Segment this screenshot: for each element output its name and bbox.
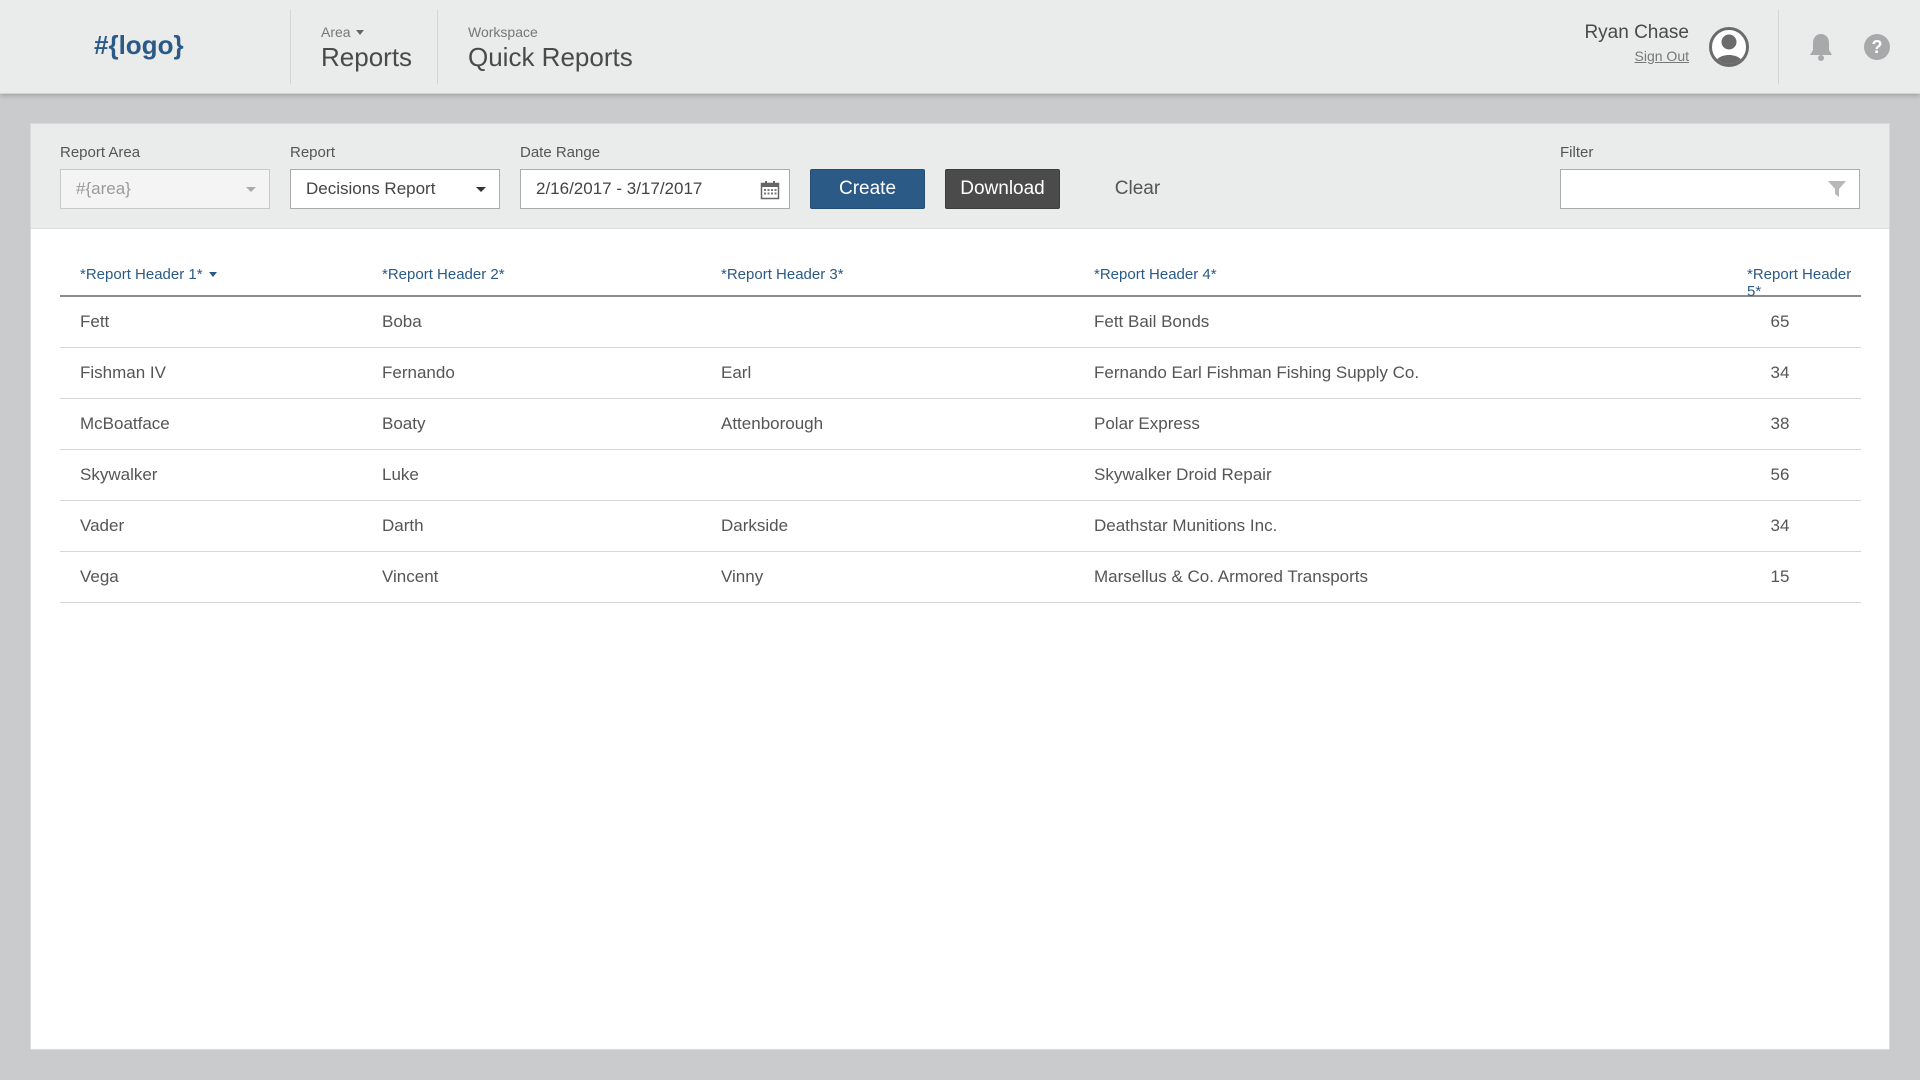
area-value: Reports (321, 42, 413, 72)
header-divider (1778, 10, 1779, 84)
header-divider (437, 10, 438, 84)
table-cell: 38 (1770, 414, 1790, 433)
report-area-select[interactable]: #{area} (60, 169, 270, 209)
table-cell: Vega (80, 567, 119, 586)
chevron-down-icon (476, 187, 486, 192)
download-button[interactable]: Download (945, 169, 1060, 209)
sign-out-link[interactable]: Sign Out (1584, 48, 1689, 64)
table-cell: Vader (80, 516, 125, 535)
create-button[interactable]: Create (810, 169, 925, 209)
filter-label: Filter (1560, 144, 1594, 161)
table-cell: Polar Express (1094, 414, 1200, 433)
report-table: *Report Header 1* *Report Header 2* *Rep… (60, 252, 1861, 603)
report-toolbar: Report Area #{area} Report Decisions Rep… (31, 124, 1889, 229)
report-select[interactable]: Decisions Report (290, 169, 500, 209)
table-cell: Earl (721, 363, 752, 382)
table-row[interactable]: Vega Vincent Vinny Marsellus & Co. Armor… (60, 552, 1861, 603)
area-label: Area (321, 24, 351, 40)
column-header-3[interactable]: *Report Header 3* (721, 266, 844, 283)
clear-button[interactable]: Clear (1080, 169, 1195, 209)
table-cell: Darkside (721, 516, 789, 535)
table-row[interactable]: Fett Boba Fett Bail Bonds 65 (60, 297, 1861, 348)
workspace-value: Quick Reports (468, 42, 633, 72)
table-cell: Deathstar Munitions Inc. (1094, 516, 1278, 535)
table-cell: Fernando Earl Fishman Fishing Supply Co. (1094, 363, 1420, 382)
workspace-label: Workspace (468, 24, 538, 40)
table-cell: Fishman IV (80, 363, 166, 382)
area-switcher[interactable]: Area Reports (321, 24, 412, 73)
chevron-down-icon (246, 187, 256, 192)
user-name: Ryan Chase (1584, 22, 1689, 43)
filter-input[interactable] (1560, 169, 1860, 209)
table-cell: Darth (382, 516, 424, 535)
table-cell: 15 (1770, 567, 1790, 586)
avatar-icon (1715, 34, 1743, 64)
table-row[interactable]: Vader Darth Darkside Deathstar Munitions… (60, 501, 1861, 552)
user-info: Ryan Chase Sign Out (1584, 22, 1689, 64)
column-header-4[interactable]: *Report Header 4* (1094, 266, 1217, 283)
table-cell: Skywalker (80, 465, 158, 484)
table-cell: Luke (382, 465, 419, 484)
avatar[interactable] (1709, 27, 1749, 67)
table-cell: Vincent (382, 567, 439, 586)
table-cell: Boba (382, 312, 422, 331)
table-cell: Vinny (721, 567, 764, 586)
report-value: Decisions Report (306, 179, 436, 198)
top-bar: #{logo} Area Reports Workspace Quick Rep… (0, 0, 1920, 94)
table-header-row: *Report Header 1* *Report Header 2* *Rep… (60, 252, 1861, 300)
app-logo[interactable]: #{logo} (94, 30, 184, 61)
column-header-5[interactable]: *Report Header 5* (1747, 266, 1861, 300)
date-range-label: Date Range (520, 144, 601, 161)
table-cell: 34 (1770, 363, 1790, 382)
table-row[interactable]: Fishman IV Fernando Earl Fernando Earl F… (60, 348, 1861, 399)
table-cell: Skywalker Droid Repair (1094, 465, 1272, 484)
column-header-2[interactable]: *Report Header 2* (382, 266, 505, 283)
help-icon[interactable]: ? (1864, 34, 1890, 60)
chevron-down-icon (355, 29, 364, 35)
workspace-block: Workspace Quick Reports (468, 24, 633, 73)
bell-icon[interactable] (1808, 32, 1834, 67)
filter-icon (1828, 181, 1846, 197)
table-row[interactable]: Skywalker Luke Skywalker Droid Repair 56 (60, 450, 1861, 501)
date-range-value: 2/16/2017 - 3/17/2017 (536, 179, 703, 198)
table-cell: Fernando (382, 363, 455, 382)
table-cell: Fett Bail Bonds (1094, 312, 1210, 331)
table-cell: Boaty (382, 414, 426, 433)
header-divider (290, 10, 291, 84)
table-cell: Attenborough (721, 414, 824, 433)
sort-desc-icon (208, 272, 217, 277)
table-cell: 56 (1770, 465, 1790, 484)
calendar-icon[interactable] (760, 180, 780, 200)
date-range-input[interactable]: 2/16/2017 - 3/17/2017 (520, 169, 790, 209)
column-header-1[interactable]: *Report Header 1* (80, 266, 217, 283)
table-cell: 34 (1770, 516, 1790, 535)
report-area-label: Report Area (60, 144, 141, 161)
report-area-value: #{area} (76, 179, 131, 198)
table-cell: McBoatface (80, 414, 170, 433)
report-panel: Report Area #{area} Report Decisions Rep… (30, 123, 1890, 1050)
table-cell: Fett (80, 312, 110, 331)
report-label: Report (290, 144, 336, 161)
table-cell: 65 (1770, 312, 1790, 331)
table-row[interactable]: McBoatface Boaty Attenborough Polar Expr… (60, 399, 1861, 450)
table-cell: Marsellus & Co. Armored Transports (1094, 567, 1368, 586)
